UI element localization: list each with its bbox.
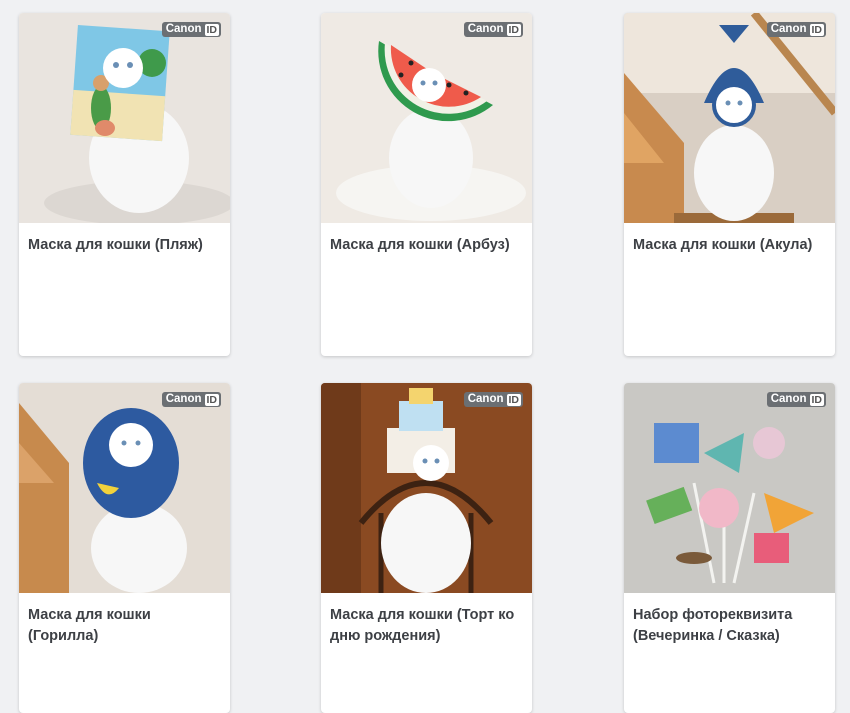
canon-id-badge: Canon ID	[766, 392, 826, 407]
product-image[interactable]: Canon ID	[19, 13, 230, 223]
product-grid: CanonID Маска для кошки (Пляж) CanonID	[0, 0, 850, 713]
product-title[interactable]: Набор фотореквизита (Вечеринка / Сказка)	[624, 593, 835, 647]
product-image[interactable]: Canon ID	[624, 383, 835, 593]
product-title[interactable]: Маска для кошки (Горилла)	[19, 593, 230, 647]
product-card-gorilla[interactable]: Canon ID Маска для кошки (Горилла)	[19, 383, 230, 713]
product-image[interactable]: Canon ID	[321, 383, 532, 593]
canon-id-badge: Canon ID	[766, 22, 826, 37]
party-props-photo	[624, 383, 835, 593]
cat-watermelon-photo	[321, 13, 532, 223]
product-card-party-props[interactable]: Canon ID Набор фотореквизита (Вечеринка /…	[624, 383, 835, 713]
product-image[interactable]: Canon ID	[19, 383, 230, 593]
cat-shark-photo	[624, 13, 835, 223]
product-card-watermelon[interactable]: Canon ID Маска для кошки (Арбуз)	[321, 13, 532, 356]
product-image[interactable]: Canon ID	[624, 13, 835, 223]
cat-beach-photo	[19, 13, 230, 223]
product-card-birthday-cake[interactable]: Canon ID Маска для кошки (Торт ко дню рож…	[321, 383, 532, 713]
product-title[interactable]: Маска для кошки (Торт ко дню рождения)	[321, 593, 532, 647]
canon-id-badge: Canon ID	[161, 392, 221, 407]
product-title[interactable]: Маска для кошки (Акула)	[624, 223, 835, 256]
cat-gorilla-photo	[19, 383, 230, 593]
cat-birthday-cake-photo	[321, 383, 532, 593]
canon-id-badge: Canon ID	[463, 392, 523, 407]
product-title[interactable]: Маска для кошки (Пляж)	[19, 223, 230, 256]
product-card-shark[interactable]: Canon ID Маска для кошки (Акула)	[624, 13, 835, 356]
product-title[interactable]: Маска для кошки (Арбуз)	[321, 223, 532, 256]
product-image[interactable]: Canon ID	[321, 13, 532, 223]
canon-id-badge: Canon ID	[463, 22, 523, 37]
canon-id-badge: Canon ID	[161, 22, 221, 37]
product-card-beach[interactable]: Canon ID Маска для кошки (Пляж)	[19, 13, 230, 356]
